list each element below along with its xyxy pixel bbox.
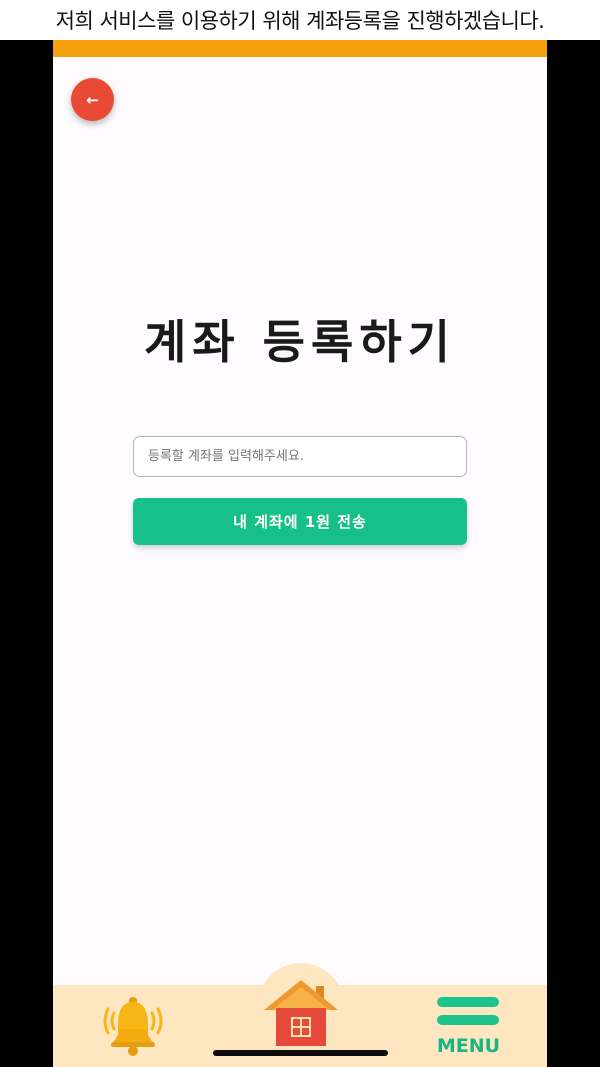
account-number-input[interactable] xyxy=(133,436,467,477)
app-screen: ← 계좌 등록하기 내 계좌에 1원 전송 xyxy=(53,40,547,1067)
instruction-caption: 저희 서비스를 이용하기 위해 계좌등록을 진행하겠습니다. xyxy=(0,0,600,40)
top-accent-bar xyxy=(53,40,547,57)
arrow-left-icon: ← xyxy=(86,90,99,109)
send-one-won-button[interactable]: 내 계좌에 1원 전송 xyxy=(133,498,467,545)
notification-button[interactable] xyxy=(98,995,168,1057)
page-title: 계좌 등록하기 xyxy=(144,315,456,369)
back-button[interactable]: ← xyxy=(71,78,114,121)
home-icon xyxy=(264,980,338,1046)
menu-button[interactable]: MENU xyxy=(431,995,506,1059)
home-indicator xyxy=(213,1050,388,1056)
menu-label: MENU xyxy=(436,1035,501,1057)
bell-icon xyxy=(103,997,163,1056)
home-button[interactable] xyxy=(258,976,344,1048)
